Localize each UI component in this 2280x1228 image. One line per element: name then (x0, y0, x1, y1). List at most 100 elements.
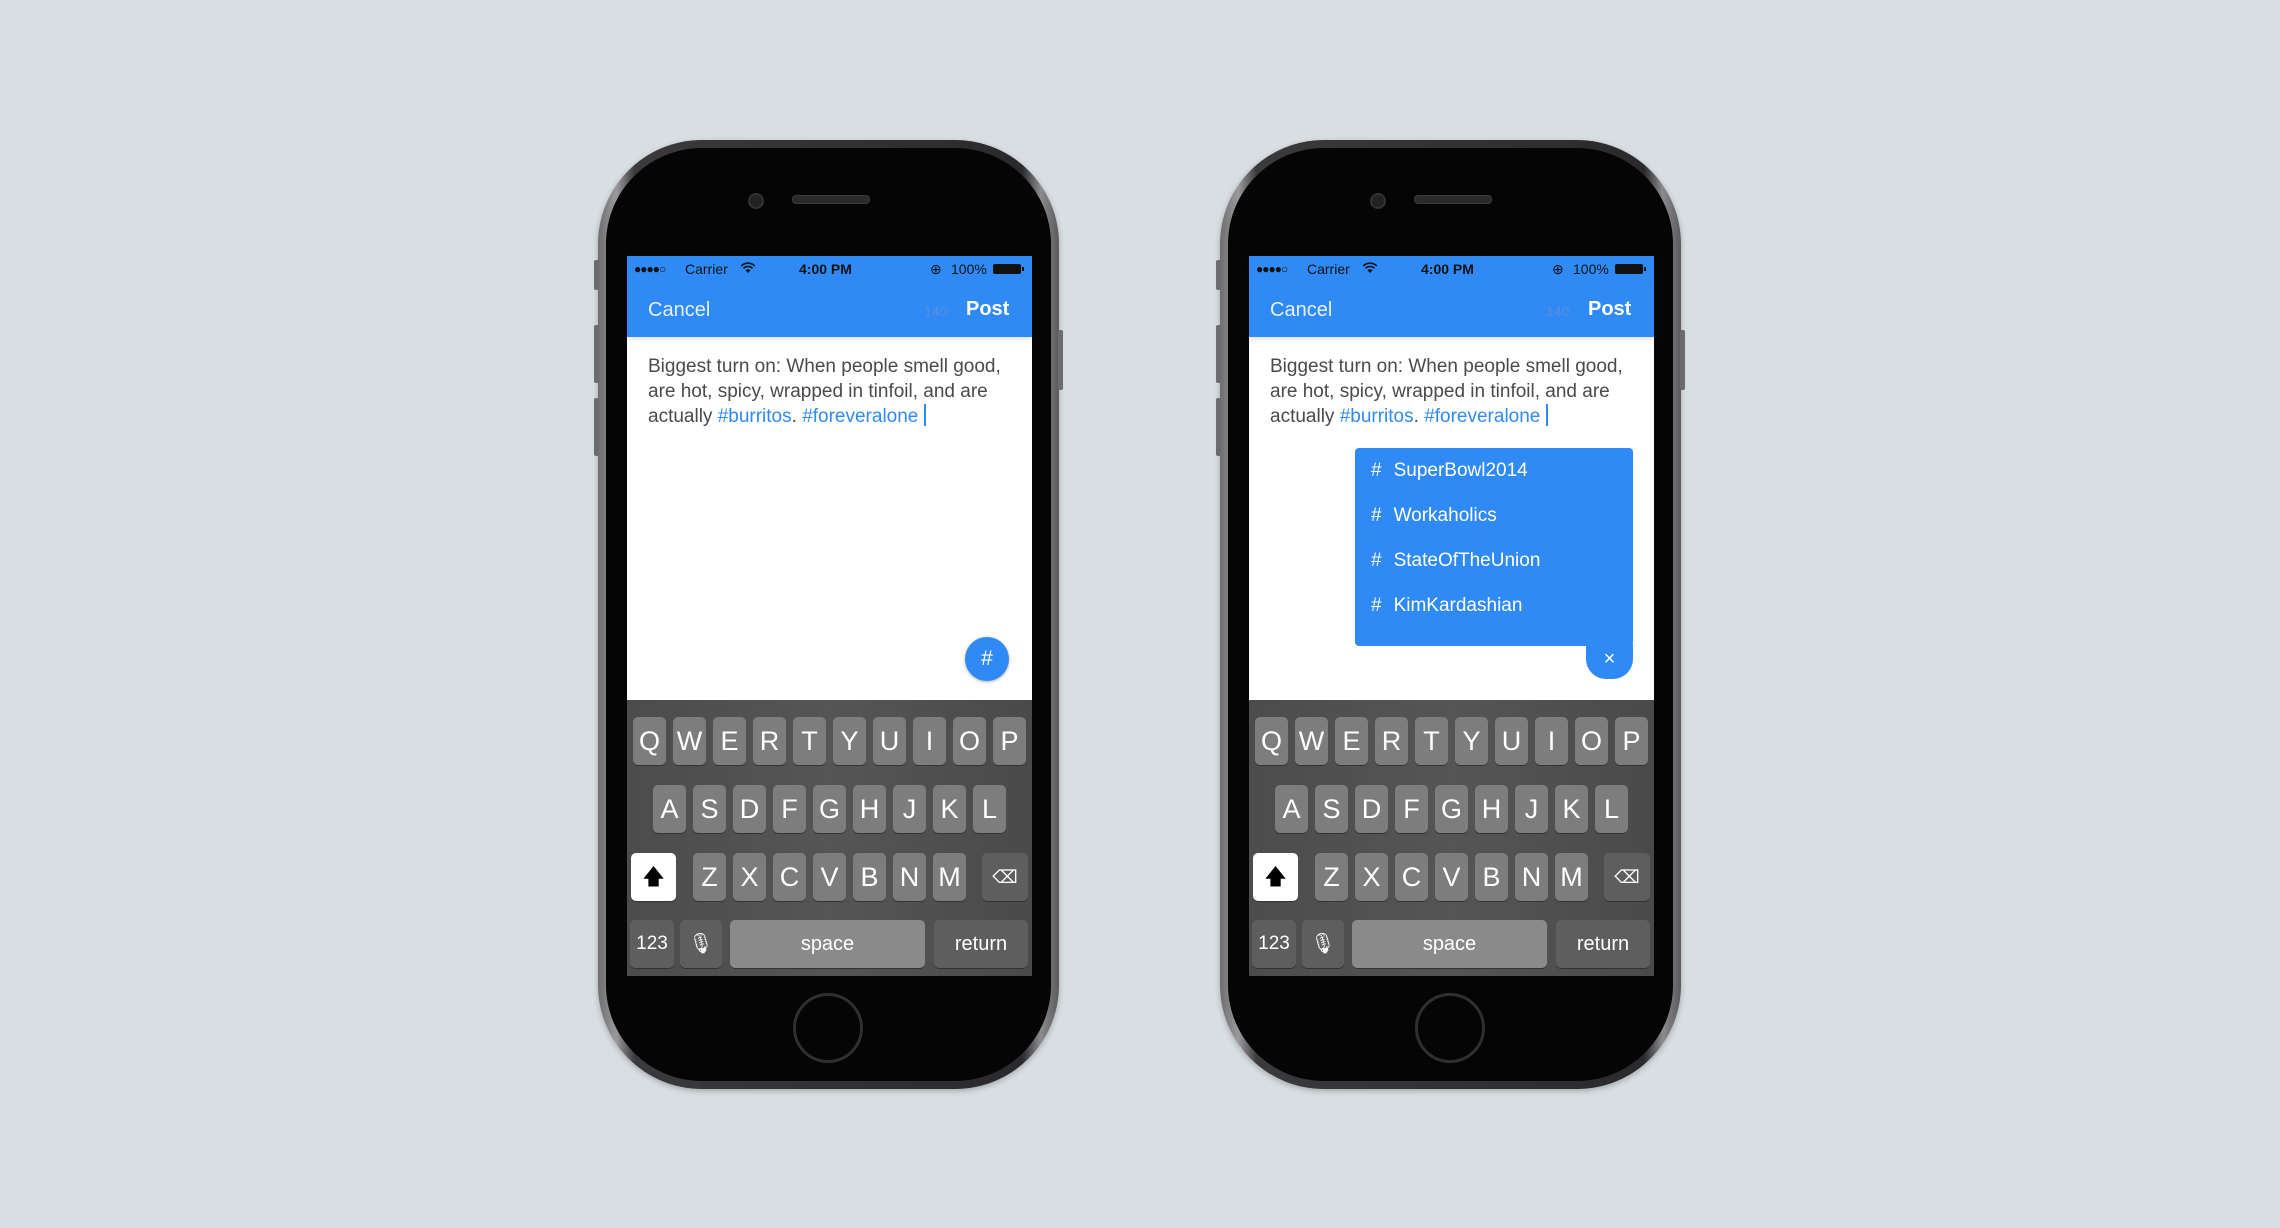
key-g[interactable]: G (813, 785, 846, 833)
key-b[interactable]: B (1475, 853, 1508, 901)
key-n[interactable]: N (1515, 853, 1548, 901)
earpiece-speaker (1414, 195, 1492, 204)
rotation-lock-icon: ⊕ (930, 261, 942, 277)
status-bar: ●●●●○ Carrier 4:00 PM ⊕ 100% (627, 256, 1032, 282)
battery-percent: 100% (1573, 261, 1609, 277)
clock: 4:00 PM (1421, 261, 1474, 277)
home-button[interactable] (793, 993, 863, 1063)
key-h[interactable]: H (853, 785, 886, 833)
key-d[interactable]: D (1355, 785, 1388, 833)
space-key[interactable]: space (1352, 920, 1547, 968)
hashtag-link[interactable]: #foreveralone (1424, 406, 1540, 427)
key-a[interactable]: A (653, 785, 686, 833)
key-p[interactable]: P (1615, 717, 1648, 765)
numbers-key[interactable]: 123 (1252, 920, 1296, 968)
key-o[interactable]: O (1575, 717, 1608, 765)
key-j[interactable]: J (893, 785, 926, 833)
key-q[interactable]: Q (1255, 717, 1288, 765)
hashtag-suggestion[interactable]: # Workaholics (1371, 505, 1497, 527)
key-v[interactable]: V (1435, 853, 1468, 901)
key-m[interactable]: M (933, 853, 966, 901)
key-x[interactable]: X (1355, 853, 1388, 901)
hashtag-link[interactable]: #burritos (1340, 406, 1414, 427)
key-f[interactable]: F (1395, 785, 1428, 833)
microphone-key-icon[interactable]: 🎙 (1302, 920, 1344, 968)
space-key[interactable]: space (730, 920, 925, 968)
hashtag-suggestions-popup: # SuperBowl2014 # Workaholics # StateOfTheUni… (1355, 448, 1633, 646)
post-button[interactable]: Post (966, 298, 1009, 321)
hashtag-suggestion[interactable]: # KimKardashian (1371, 595, 1522, 617)
return-key[interactable]: return (934, 920, 1028, 968)
nav-bar: Cancel 140 Post (627, 282, 1032, 337)
key-m[interactable]: M (1555, 853, 1588, 901)
key-l[interactable]: L (973, 785, 1006, 833)
shift-key-icon[interactable]: 🡅 (631, 853, 676, 901)
key-t[interactable]: T (793, 717, 826, 765)
key-k[interactable]: K (1555, 785, 1588, 833)
key-s[interactable]: S (1315, 785, 1348, 833)
key-e[interactable]: E (713, 717, 746, 765)
hashtag-link[interactable]: #foreveralone (802, 406, 918, 427)
key-h[interactable]: H (1475, 785, 1508, 833)
compose-text-area[interactable]: Biggest turn on: When people smell good,… (648, 354, 1018, 429)
key-r[interactable]: R (1375, 717, 1408, 765)
hashtag-link[interactable]: #burritos (718, 406, 792, 427)
key-z[interactable]: Z (693, 853, 726, 901)
hashtag-suggestion[interactable]: # SuperBowl2014 (1371, 460, 1528, 482)
post-button[interactable]: Post (1588, 298, 1631, 321)
character-count: 140 (924, 303, 948, 319)
return-key[interactable]: return (1556, 920, 1650, 968)
key-s[interactable]: S (693, 785, 726, 833)
key-l[interactable]: L (1595, 785, 1628, 833)
key-k[interactable]: K (933, 785, 966, 833)
key-n[interactable]: N (893, 853, 926, 901)
key-x[interactable]: X (733, 853, 766, 901)
key-y[interactable]: Y (833, 717, 866, 765)
hashtag-suggestion[interactable]: # StateOfTheUnion (1371, 550, 1540, 572)
home-button[interactable] (1415, 993, 1485, 1063)
wifi-icon (1362, 261, 1378, 277)
key-z[interactable]: Z (1315, 853, 1348, 901)
rotation-lock-icon: ⊕ (1552, 261, 1564, 277)
key-d[interactable]: D (733, 785, 766, 833)
compose-text-area[interactable]: Biggest turn on: When people smell good,… (1270, 354, 1640, 429)
suggestion-label: KimKardashian (1393, 595, 1523, 616)
suggestion-label: Workaholics (1393, 505, 1497, 526)
key-a[interactable]: A (1275, 785, 1308, 833)
key-u[interactable]: U (1495, 717, 1528, 765)
character-count: 140 (1546, 303, 1570, 319)
key-c[interactable]: C (773, 853, 806, 901)
key-i[interactable]: I (913, 717, 946, 765)
key-t[interactable]: T (1415, 717, 1448, 765)
backspace-key-icon[interactable]: ⌫ (982, 853, 1028, 901)
cancel-button[interactable]: Cancel (1270, 299, 1332, 322)
hash-icon: # (1371, 550, 1382, 571)
key-c[interactable]: C (1395, 853, 1428, 901)
signal-strength-icon: ●●●●○ (1256, 262, 1288, 276)
backspace-key-icon[interactable]: ⌫ (1604, 853, 1650, 901)
hashtag-button[interactable]: # (965, 637, 1009, 681)
key-w[interactable]: W (1295, 717, 1328, 765)
key-o[interactable]: O (953, 717, 986, 765)
close-icon[interactable]: × (1586, 644, 1633, 679)
key-w[interactable]: W (673, 717, 706, 765)
microphone-key-icon[interactable]: 🎙 (680, 920, 722, 968)
mute-switch (1216, 260, 1221, 290)
shift-key-icon[interactable]: 🡅 (1253, 853, 1298, 901)
key-i[interactable]: I (1535, 717, 1568, 765)
key-b[interactable]: B (853, 853, 886, 901)
key-q[interactable]: Q (633, 717, 666, 765)
key-y[interactable]: Y (1455, 717, 1488, 765)
key-r[interactable]: R (753, 717, 786, 765)
key-e[interactable]: E (1335, 717, 1368, 765)
key-g[interactable]: G (1435, 785, 1468, 833)
numbers-key[interactable]: 123 (630, 920, 674, 968)
battery-percent: 100% (951, 261, 987, 277)
suggestion-label: StateOfTheUnion (1393, 550, 1541, 571)
key-u[interactable]: U (873, 717, 906, 765)
key-p[interactable]: P (993, 717, 1026, 765)
key-f[interactable]: F (773, 785, 806, 833)
key-v[interactable]: V (813, 853, 846, 901)
cancel-button[interactable]: Cancel (648, 299, 710, 322)
key-j[interactable]: J (1515, 785, 1548, 833)
